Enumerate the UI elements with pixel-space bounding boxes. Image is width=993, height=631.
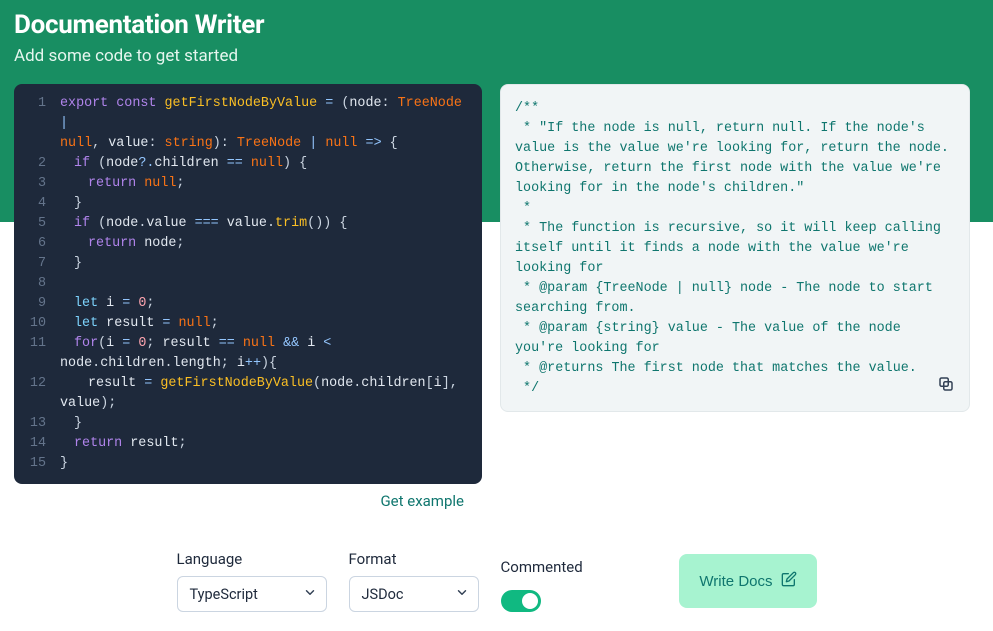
code-line-wrap: null, value: string): TreeNode | null =>… bbox=[14, 134, 482, 154]
line-number: 10 bbox=[14, 314, 60, 334]
documentation-text: /** * "If the node is null, return null.… bbox=[515, 99, 955, 399]
format-control: Format JSDoc bbox=[349, 550, 479, 612]
format-value: JSDoc bbox=[362, 586, 404, 603]
edit-icon bbox=[781, 571, 797, 591]
line-number: 4 bbox=[14, 194, 60, 214]
commented-control: Commented bbox=[501, 558, 583, 612]
copy-icon bbox=[937, 375, 955, 401]
line-number: 5 bbox=[14, 214, 60, 234]
code-line: 11 for(i = 0; result == null && i < bbox=[14, 334, 482, 354]
line-number: 15 bbox=[14, 454, 60, 474]
line-number: 14 bbox=[14, 434, 60, 454]
code-line: 9 let i = 0; bbox=[14, 294, 482, 314]
code-editor[interactable]: 1 export const getFirstNodeByValue = (no… bbox=[14, 84, 482, 484]
code-line: 2 if (node?.children == null) { bbox=[14, 154, 482, 174]
language-select[interactable]: TypeScript bbox=[177, 576, 327, 612]
line-number: 3 bbox=[14, 174, 60, 194]
write-docs-label: Write Docs bbox=[699, 573, 772, 590]
format-label: Format bbox=[349, 550, 479, 568]
code-line: 1 export const getFirstNodeByValue = (no… bbox=[14, 94, 482, 134]
write-docs-button[interactable]: Write Docs bbox=[679, 554, 816, 608]
commented-label: Commented bbox=[501, 558, 583, 576]
language-control: Language TypeScript bbox=[177, 550, 327, 612]
code-line-wrap: value); bbox=[14, 394, 482, 414]
page-title: Documentation Writer bbox=[14, 10, 979, 40]
code-line: 7 } bbox=[14, 254, 482, 274]
controls-bar: Language TypeScript Format JSDoc Comment… bbox=[177, 550, 817, 612]
code-line: 4 } bbox=[14, 194, 482, 214]
code-line: 5 if (node.value === value.trim()) { bbox=[14, 214, 482, 234]
line-number: 7 bbox=[14, 254, 60, 274]
language-value: TypeScript bbox=[190, 586, 258, 603]
page-subtitle: Add some code to get started bbox=[14, 46, 979, 66]
get-example-link[interactable]: Get example bbox=[380, 492, 464, 510]
code-line: 3 return null; bbox=[14, 174, 482, 194]
code-line: 14 return result; bbox=[14, 434, 482, 454]
toggle-knob bbox=[522, 593, 538, 609]
format-select[interactable]: JSDoc bbox=[349, 576, 479, 612]
line-number: 11 bbox=[14, 334, 60, 354]
line-number: 13 bbox=[14, 414, 60, 434]
line-number: 1 bbox=[14, 94, 60, 134]
line-number: 12 bbox=[14, 374, 60, 394]
code-line: 6 return node; bbox=[14, 234, 482, 254]
line-number: 2 bbox=[14, 154, 60, 174]
line-number: 6 bbox=[14, 234, 60, 254]
commented-toggle[interactable] bbox=[501, 590, 541, 612]
code-line: 8 bbox=[14, 274, 482, 294]
code-line: 12 result = getFirstNodeByValue(node.chi… bbox=[14, 374, 482, 394]
line-number: 9 bbox=[14, 294, 60, 314]
code-line: 15 } bbox=[14, 454, 482, 474]
header: Documentation Writer Add some code to ge… bbox=[0, 0, 993, 66]
documentation-output: /** * "If the node is null, return null.… bbox=[500, 84, 970, 412]
code-line: 13 } bbox=[14, 414, 482, 434]
line-number: 8 bbox=[14, 274, 60, 294]
code-line-wrap: node.children.length; i++){ bbox=[14, 354, 482, 374]
language-label: Language bbox=[177, 550, 327, 568]
copy-button[interactable] bbox=[933, 375, 959, 401]
code-line: 10 let result = null; bbox=[14, 314, 482, 334]
